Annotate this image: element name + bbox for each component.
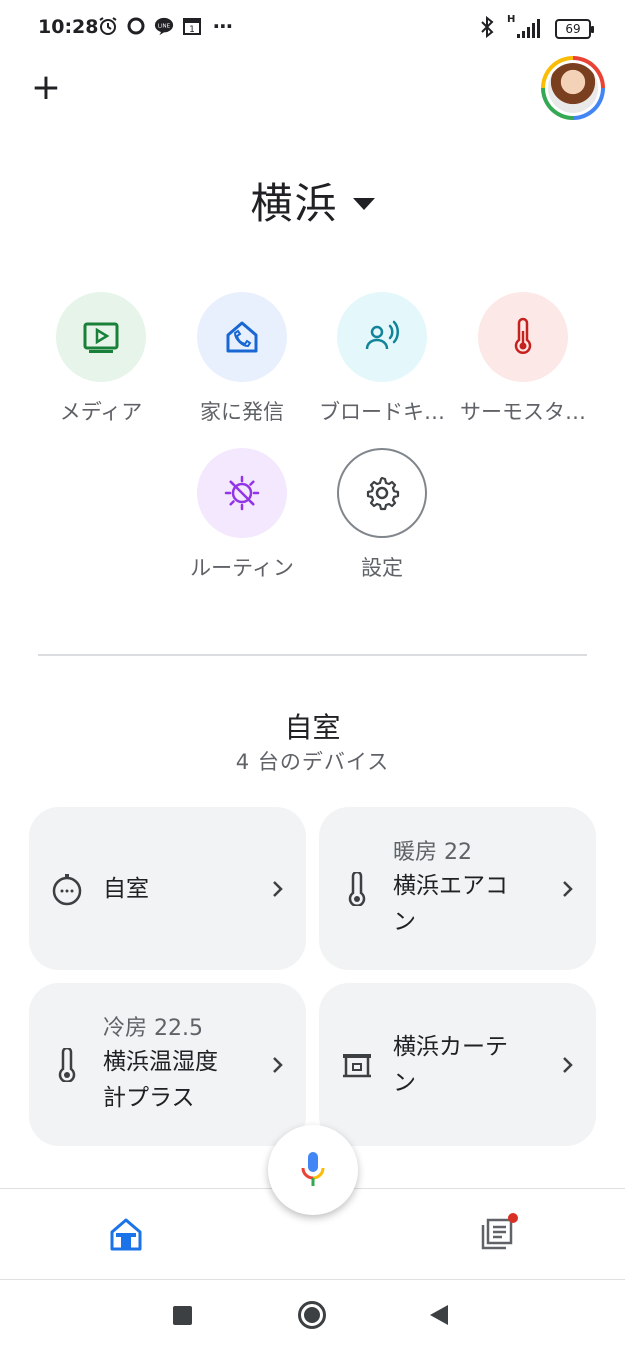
network-type: H xyxy=(507,14,516,25)
feed-icon xyxy=(481,1218,513,1250)
device-card-text: 冷房 22.5 横浜温湿度 計プラス xyxy=(103,1014,268,1116)
call-home-icon xyxy=(226,321,258,353)
device-name: 自室 xyxy=(103,875,149,902)
bluetooth-icon xyxy=(479,15,495,42)
action-routines-circle xyxy=(197,448,287,538)
notification-badge xyxy=(508,1213,518,1223)
status-icons-right: H 69 xyxy=(479,14,594,42)
home-icon xyxy=(110,1218,142,1251)
avatar-photo xyxy=(548,63,598,113)
chevron-right-icon xyxy=(558,1056,578,1074)
device-card-hub[interactable]: 自室 xyxy=(29,807,306,970)
hub-icon xyxy=(51,872,83,906)
caret-down-icon xyxy=(352,197,375,210)
thermometer-icon xyxy=(51,1047,83,1082)
action-routines-label: ルーティン xyxy=(190,556,294,580)
section-divider xyxy=(38,654,587,656)
battery-indicator: 69 xyxy=(555,19,594,39)
action-thermostat-label: サーモスタ… xyxy=(460,400,586,424)
chevron-right-icon xyxy=(558,880,578,898)
gear-icon xyxy=(366,476,400,511)
device-name-line-2: ン xyxy=(393,908,416,935)
action-broadcast[interactable]: ブロードキ… xyxy=(312,292,452,426)
signal-icon: H xyxy=(507,14,543,40)
voice-assistant-button[interactable] xyxy=(268,1125,358,1215)
action-thermostat-circle xyxy=(478,292,568,382)
avatar-inner xyxy=(545,60,601,116)
action-broadcast-circle xyxy=(337,292,427,382)
line-app-icon: LINE xyxy=(154,15,174,37)
action-routines[interactable]: ルーティン xyxy=(172,448,312,582)
action-call-home-label: 家に発信 xyxy=(200,400,284,424)
action-settings-label: 設定 xyxy=(361,556,403,580)
device-status: 冷房 22.5 xyxy=(103,1015,203,1041)
action-settings-circle xyxy=(337,448,427,538)
status-icons-left: LINE 1 ⋯ xyxy=(98,14,236,38)
action-broadcast-label: ブロードキ… xyxy=(319,400,445,424)
action-settings[interactable]: 設定 xyxy=(312,448,452,582)
action-media[interactable]: メディア xyxy=(31,292,171,426)
plus-icon: + xyxy=(30,67,62,108)
routine-icon xyxy=(224,475,260,511)
broadcast-icon xyxy=(365,320,399,350)
status-time: 10:28 xyxy=(38,16,99,38)
room-title: 自室 xyxy=(284,711,341,744)
ring-icon xyxy=(126,15,146,37)
nav-feed-tab[interactable] xyxy=(480,1213,518,1255)
alarm-icon xyxy=(98,15,118,37)
device-name-line-1: 横浜エアコ xyxy=(393,872,508,899)
back-button[interactable] xyxy=(430,1305,448,1325)
device-card-text: 横浜カーテ ン xyxy=(393,1029,558,1101)
device-name-line-1: 横浜カーテ xyxy=(393,1033,508,1060)
recents-button[interactable] xyxy=(173,1306,192,1325)
curtain-icon xyxy=(341,1051,373,1079)
action-call-home-circle xyxy=(197,292,287,382)
thermometer-icon xyxy=(514,317,532,354)
microphone-icon xyxy=(301,1152,325,1186)
account-avatar[interactable] xyxy=(541,56,605,120)
home-title: 横浜 xyxy=(250,179,339,228)
thermometer-icon xyxy=(341,871,373,906)
device-name-line-2: ン xyxy=(393,1069,416,1096)
action-call-home[interactable]: 家に発信 xyxy=(172,292,312,426)
device-card-hygrometer[interactable]: 冷房 22.5 横浜温湿度 計プラス xyxy=(29,983,306,1146)
chevron-right-icon xyxy=(268,880,288,898)
device-name-line-2: 計プラス xyxy=(103,1084,195,1111)
calendar-icon: 1 xyxy=(182,15,202,37)
action-media-label: メディア xyxy=(59,400,143,424)
media-play-icon xyxy=(83,322,119,353)
device-status: 暖房 22 xyxy=(393,839,472,865)
line-app-label: LINE xyxy=(158,23,171,29)
nav-home-tab[interactable] xyxy=(108,1217,144,1255)
calendar-day: 1 xyxy=(189,25,195,35)
system-navigation-bar xyxy=(0,1281,625,1354)
device-card-aircon[interactable]: 暖房 22 横浜エアコ ン xyxy=(319,807,596,970)
system-home-button[interactable] xyxy=(298,1301,326,1329)
device-name-line-1: 横浜温湿度 xyxy=(103,1048,218,1075)
device-card-curtain[interactable]: 横浜カーテ ン xyxy=(319,983,596,1146)
status-bar: 10:28 LINE 1 ⋯ H 69 xyxy=(0,0,625,56)
action-thermostat[interactable]: サーモスタ… xyxy=(453,292,593,426)
add-button[interactable]: + xyxy=(30,67,62,108)
device-card-text: 自室 xyxy=(103,871,268,907)
home-selector[interactable]: 横浜 xyxy=(0,170,625,231)
room-device-count: 4 台のデバイス xyxy=(235,750,390,774)
more-dots-icon: ⋯ xyxy=(213,14,233,38)
device-card-text: 暖房 22 横浜エアコ ン xyxy=(393,838,558,940)
chevron-right-icon xyxy=(268,1056,288,1074)
action-media-circle xyxy=(56,292,146,382)
